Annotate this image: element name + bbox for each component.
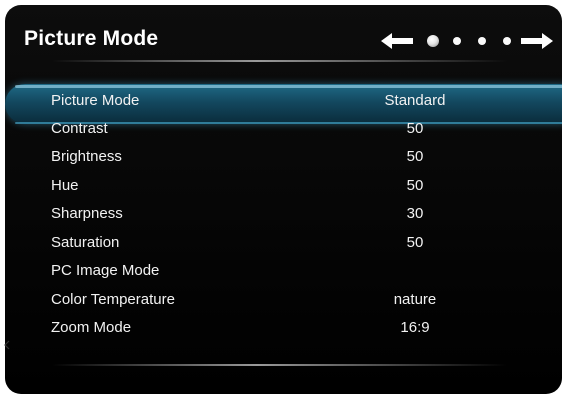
page-dot-2[interactable] bbox=[453, 37, 461, 45]
menu-item-picture-mode[interactable]: Picture Mode Standard bbox=[5, 87, 562, 115]
menu-item-value: nature bbox=[393, 291, 437, 308]
menu-item-value: 50 bbox=[406, 177, 424, 194]
menu-item-label: Contrast bbox=[51, 120, 108, 137]
page-navigator bbox=[381, 31, 561, 51]
page-dot-1[interactable] bbox=[427, 35, 439, 47]
menu-item-hue[interactable]: Hue 50 bbox=[5, 172, 562, 200]
menu-item-sharpness[interactable]: Sharpness 30 bbox=[5, 200, 562, 228]
menu-item-label: Sharpness bbox=[51, 205, 123, 222]
osd-panel: Picture Mode Picture Mode Standard Contr… bbox=[5, 5, 562, 394]
menu-item-value: 50 bbox=[406, 148, 424, 165]
arrow-left-icon[interactable] bbox=[381, 31, 413, 51]
menu-item-contrast[interactable]: Contrast 50 bbox=[5, 115, 562, 143]
menu-item-label: Saturation bbox=[51, 234, 120, 251]
menu-item-label: Picture Mode bbox=[51, 92, 140, 109]
page-dot-4[interactable] bbox=[503, 37, 511, 45]
menu-item-label: Brightness bbox=[51, 148, 122, 165]
menu-item-zoom-mode[interactable]: Zoom Mode 16:9 bbox=[5, 314, 562, 342]
menu-item-value: 30 bbox=[406, 205, 424, 222]
menu-item-label: Zoom Mode bbox=[51, 319, 132, 336]
menu-item-label: Hue bbox=[51, 177, 79, 194]
menu-item-brightness[interactable]: Brightness 50 bbox=[5, 143, 562, 171]
menu-item-value: 50 bbox=[406, 234, 424, 251]
chevron-left-icon bbox=[4, 340, 10, 350]
menu-item-value: Standard bbox=[384, 92, 446, 109]
menu-item-saturation[interactable]: Saturation 50 bbox=[5, 229, 562, 257]
page-title: Picture Mode bbox=[24, 27, 159, 50]
page-dot-3[interactable] bbox=[478, 37, 486, 45]
menu-item-label: Color Temperature bbox=[51, 291, 175, 308]
arrow-right-icon[interactable] bbox=[521, 31, 553, 51]
footer-divider bbox=[52, 364, 507, 366]
menu-item-value: 50 bbox=[406, 120, 424, 137]
menu-item-value: 16:9 bbox=[400, 319, 430, 336]
menu-item-label: PC Image Mode bbox=[51, 262, 160, 279]
header-divider bbox=[52, 60, 507, 62]
menu-item-pc-image-mode[interactable]: PC Image Mode bbox=[5, 257, 562, 285]
menu-item-color-temperature[interactable]: Color Temperature nature bbox=[5, 286, 562, 314]
